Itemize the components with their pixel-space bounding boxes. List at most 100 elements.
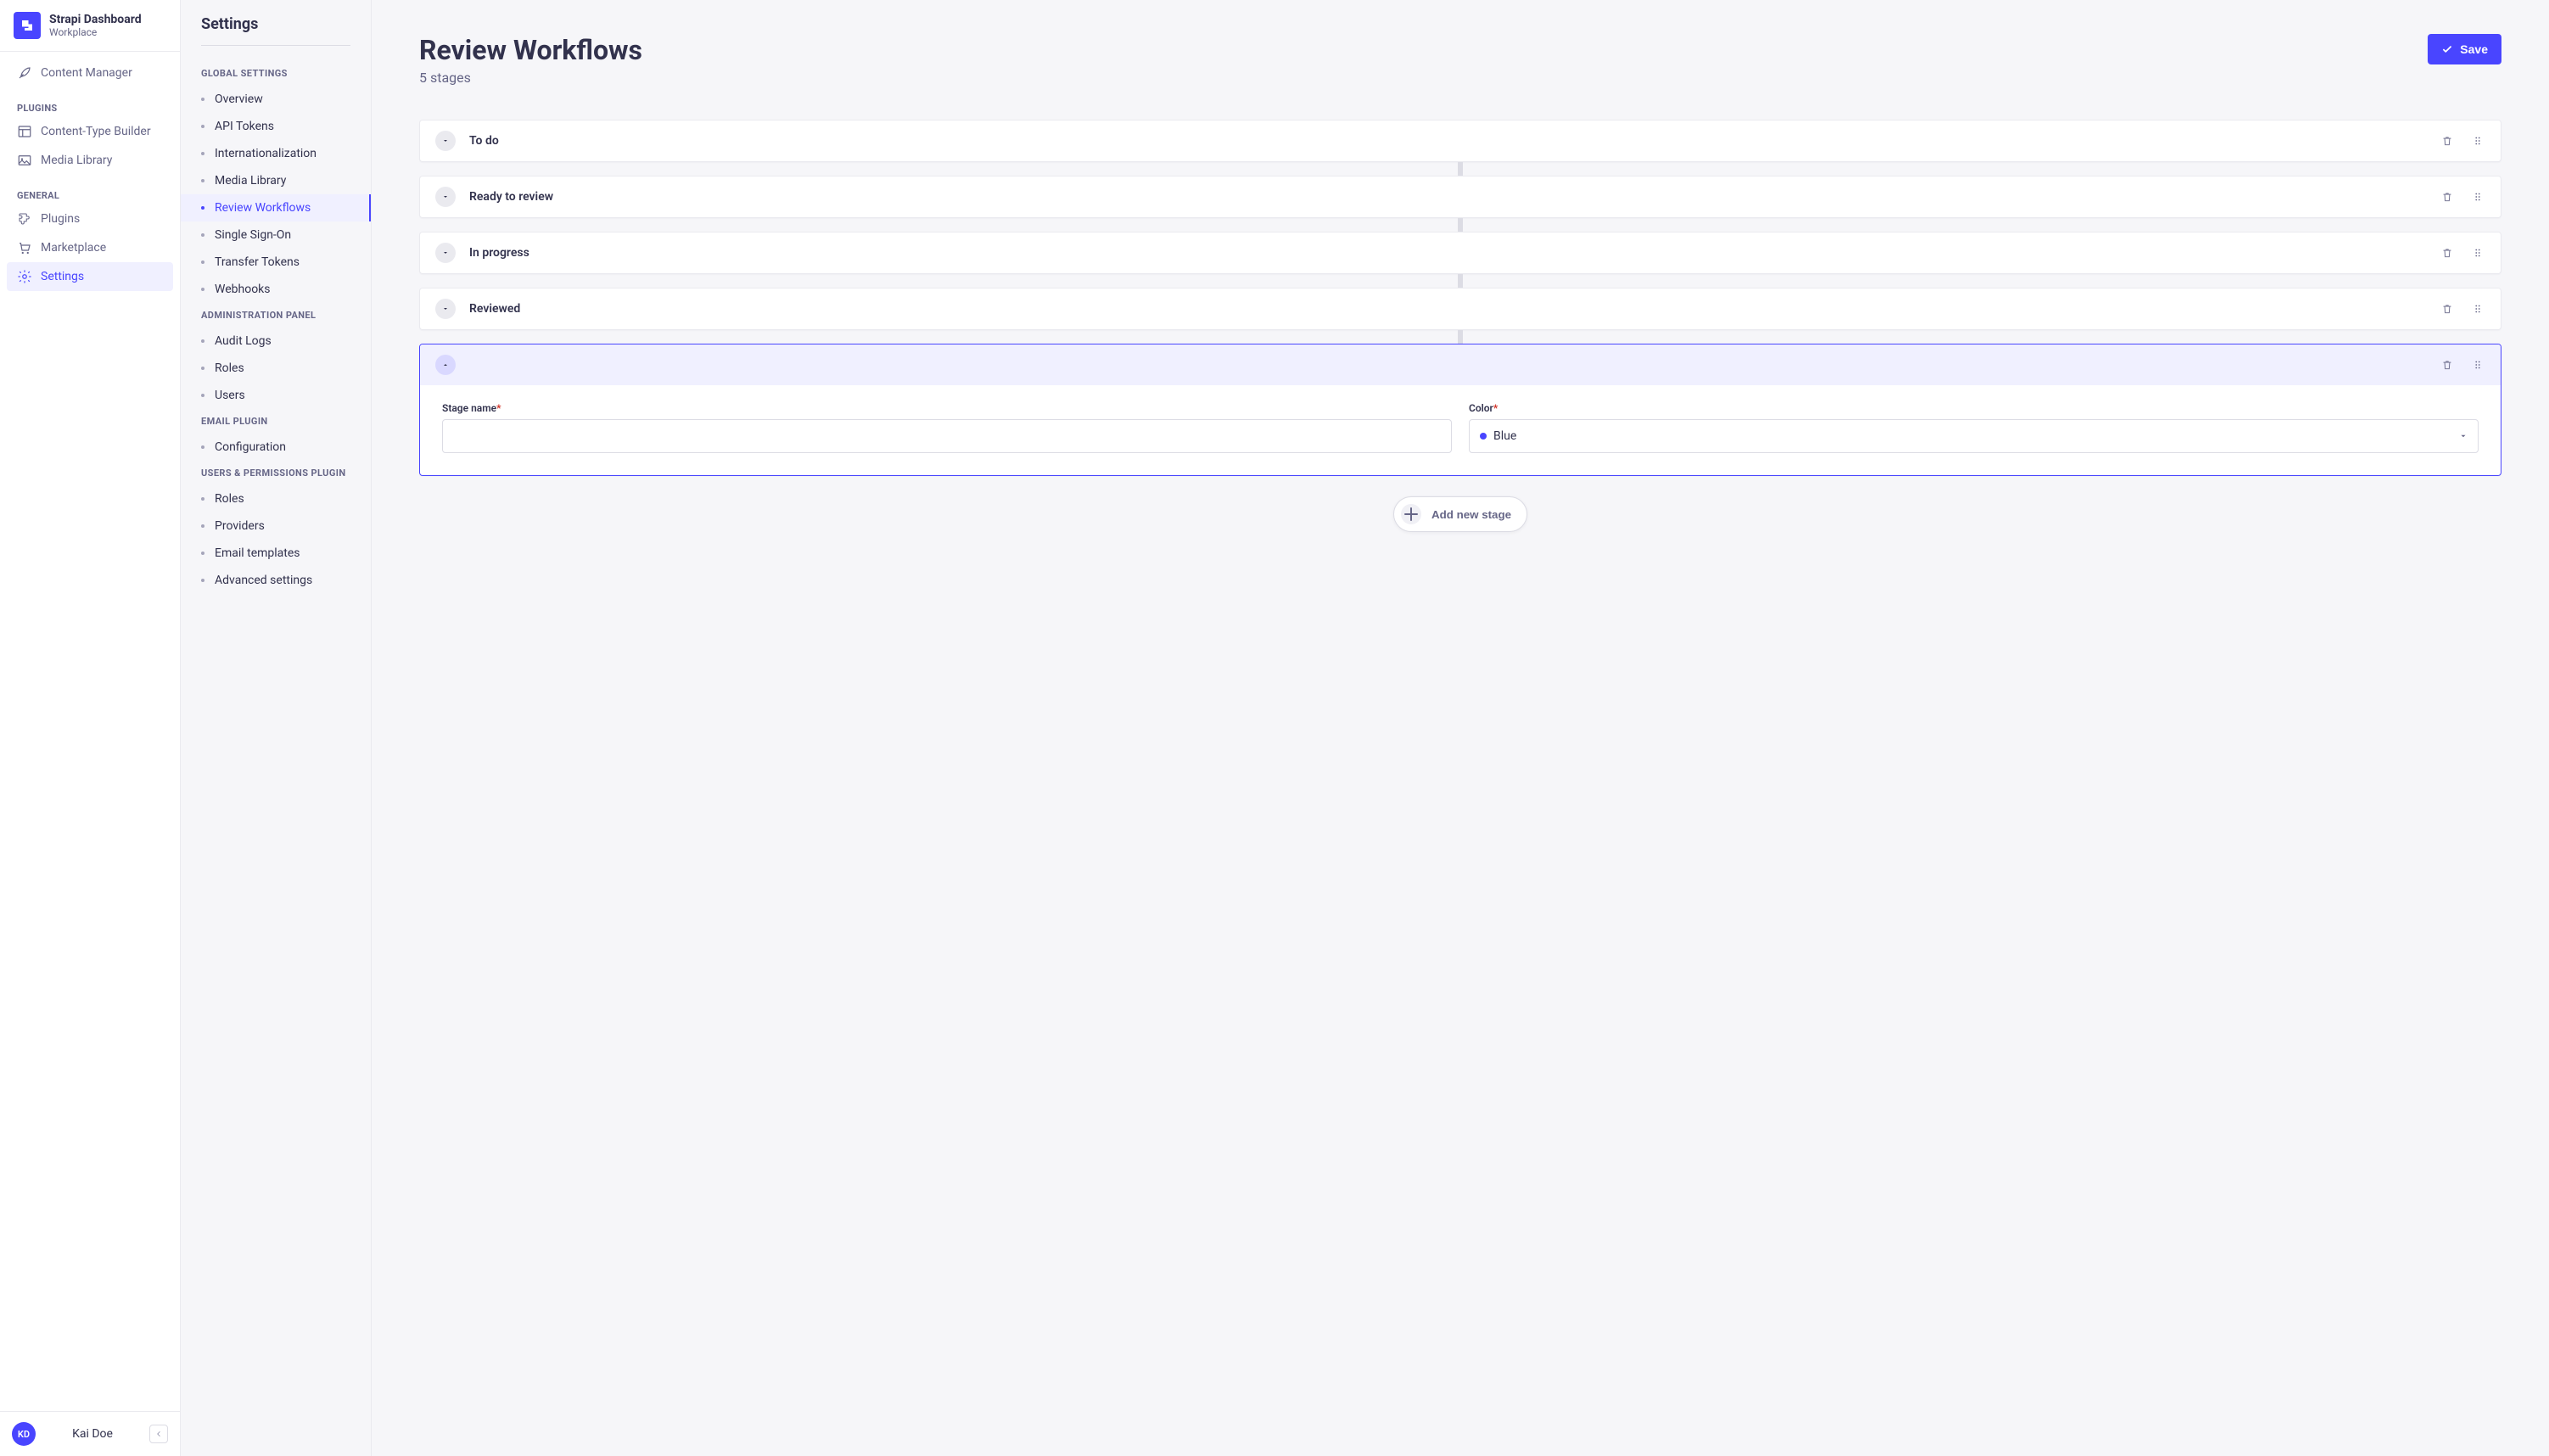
settings-item-audit-logs[interactable]: Audit Logs	[181, 328, 371, 355]
settings-item-roles[interactable]: Roles	[181, 355, 371, 382]
settings-item-transfer-tokens[interactable]: Transfer Tokens	[181, 249, 371, 276]
drag-handle[interactable]	[2470, 245, 2485, 260]
save-button-label: Save	[2460, 42, 2488, 56]
stage-color-select[interactable]: Blue	[1469, 419, 2479, 453]
settings-section-header: USERS & PERMISSIONS PLUGIN	[181, 461, 371, 485]
settings-item-label: Review Workflows	[215, 201, 311, 215]
trash-icon	[2441, 359, 2453, 371]
delete-stage-button[interactable]	[2440, 133, 2455, 148]
drag-icon	[2472, 135, 2484, 147]
stage-actions	[2440, 133, 2485, 148]
settings-item-providers[interactable]: Providers	[181, 512, 371, 540]
bullet-icon	[201, 206, 204, 210]
bullet-icon	[201, 367, 204, 370]
bullet-icon	[201, 125, 204, 128]
bullet-icon	[201, 524, 204, 528]
nav-item-plugins[interactable]: Plugins	[7, 204, 173, 233]
delete-stage-button[interactable]	[2440, 245, 2455, 260]
delete-stage-button[interactable]	[2440, 189, 2455, 204]
nav-item-label: Settings	[41, 270, 84, 283]
save-button[interactable]: Save	[2428, 34, 2501, 64]
bullet-icon	[201, 394, 204, 397]
brand-subtitle: Workplace	[49, 26, 142, 38]
drag-handle[interactable]	[2470, 133, 2485, 148]
settings-item-overview[interactable]: Overview	[181, 86, 371, 113]
primary-nav: Strapi Dashboard Workplace Content Manag…	[0, 0, 181, 1456]
stage-connector	[1458, 162, 1463, 176]
stage-expand-toggle[interactable]	[435, 131, 456, 151]
page-subtitle: 5 stages	[419, 70, 642, 86]
stage-header: Reviewed	[420, 288, 2501, 329]
page-title: Review Workflows	[419, 34, 642, 66]
nav-item-content-manager[interactable]: Content Manager	[7, 59, 173, 87]
settings-item-label: Configuration	[215, 440, 286, 454]
settings-item-label: Audit Logs	[215, 334, 272, 348]
nav-item-label: Marketplace	[41, 241, 106, 255]
settings-item-label: Providers	[215, 519, 265, 533]
settings-item-review-workflows[interactable]: Review Workflows	[181, 194, 371, 221]
nav-item-marketplace[interactable]: Marketplace	[7, 233, 173, 262]
trash-icon	[2441, 247, 2453, 259]
stage-name-label: To do	[469, 134, 2426, 148]
drag-handle[interactable]	[2470, 357, 2485, 372]
primary-nav-body: Content ManagerPLUGINSContent-Type Build…	[0, 52, 180, 1411]
stage-header: To do	[420, 120, 2501, 161]
stage-actions	[2440, 189, 2485, 204]
settings-item-label: API Tokens	[215, 120, 274, 133]
user-name: Kai Doe	[46, 1427, 139, 1441]
nav-item-settings[interactable]: Settings	[7, 262, 173, 291]
delete-stage-button[interactable]	[2440, 301, 2455, 316]
cart-icon	[17, 240, 32, 255]
caret-up-icon	[442, 361, 449, 368]
stage-collapse-toggle[interactable]	[435, 355, 456, 375]
settings-item-single-sign-on[interactable]: Single Sign-On	[181, 221, 371, 249]
collapse-nav-button[interactable]	[149, 1425, 168, 1443]
drag-handle[interactable]	[2470, 189, 2485, 204]
settings-item-label: Webhooks	[215, 283, 271, 296]
settings-item-webhooks[interactable]: Webhooks	[181, 276, 371, 303]
stage-connector	[1458, 274, 1463, 288]
bullet-icon	[201, 445, 204, 449]
settings-item-internationalization[interactable]: Internationalization	[181, 140, 371, 167]
stage-expand-toggle[interactable]	[435, 299, 456, 319]
settings-item-roles[interactable]: Roles	[181, 485, 371, 512]
caret-down-icon	[442, 137, 449, 144]
nav-item-label: Content Manager	[41, 66, 132, 80]
settings-item-configuration[interactable]: Configuration	[181, 434, 371, 461]
stage-color-field: Color* Blue	[1469, 402, 2479, 453]
brand-header: Strapi Dashboard Workplace	[0, 0, 180, 52]
settings-item-label: Overview	[215, 92, 263, 106]
bullet-icon	[201, 260, 204, 264]
stage-body: Stage name* Color* Blue	[420, 385, 2501, 475]
nav-item-media-library[interactable]: Media Library	[7, 146, 173, 175]
secondary-nav: Settings GLOBAL SETTINGSOverviewAPI Toke…	[181, 0, 372, 1456]
settings-item-label: Media Library	[215, 174, 286, 188]
avatar[interactable]: KD	[12, 1422, 36, 1446]
bullet-icon	[201, 98, 204, 101]
settings-item-advanced-settings[interactable]: Advanced settings	[181, 567, 371, 594]
drag-icon	[2472, 303, 2484, 315]
settings-item-media-library[interactable]: Media Library	[181, 167, 371, 194]
drag-handle[interactable]	[2470, 301, 2485, 316]
stage-expand-toggle[interactable]	[435, 187, 456, 207]
add-stage-button[interactable]: Add new stage	[1393, 496, 1527, 532]
stage-name-input[interactable]	[442, 419, 1452, 453]
stage-expand-toggle[interactable]	[435, 243, 456, 263]
settings-item-label: Internationalization	[215, 147, 317, 160]
stage-name-field-label: Stage name*	[442, 402, 1452, 414]
primary-nav-footer: KD Kai Doe	[0, 1411, 180, 1456]
stage-name-field: Stage name*	[442, 402, 1452, 453]
nav-item-label: Plugins	[41, 212, 80, 226]
settings-item-email-templates[interactable]: Email templates	[181, 540, 371, 567]
settings-item-label: Advanced settings	[215, 574, 312, 587]
stage-connector	[1458, 330, 1463, 344]
settings-item-users[interactable]: Users	[181, 382, 371, 409]
color-swatch	[1480, 433, 1487, 440]
caret-down-icon	[2459, 432, 2468, 440]
stage-header	[420, 344, 2501, 385]
settings-item-api-tokens[interactable]: API Tokens	[181, 113, 371, 140]
stage-name-label: Reviewed	[469, 302, 2426, 316]
brand-logo	[14, 12, 41, 39]
delete-stage-button[interactable]	[2440, 357, 2455, 372]
nav-item-content-type-builder[interactable]: Content-Type Builder	[7, 117, 173, 146]
